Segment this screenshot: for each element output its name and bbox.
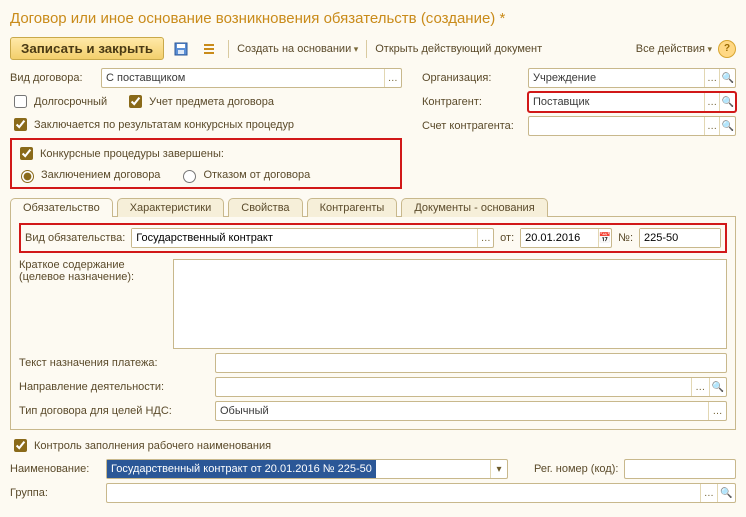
subject-checkbox[interactable]: Учет предмета договора xyxy=(125,92,274,111)
control-checkbox[interactable]: Контроль заполнения рабочего наименовани… xyxy=(10,436,271,455)
obl-type-input[interactable] xyxy=(132,229,477,247)
obl-type-label: Вид обязательства: xyxy=(25,232,125,244)
toolbar: Записать и закрыть Создать на основании … xyxy=(10,35,736,68)
search-icon[interactable]: 🔍 xyxy=(717,484,735,502)
longterm-checkbox[interactable]: Долгосрочный xyxy=(10,92,107,111)
radio-by-refuse[interactable]: Отказом от договора xyxy=(178,167,310,183)
date-input[interactable] xyxy=(521,229,598,247)
org-field[interactable]: … 🔍 xyxy=(528,68,736,88)
ellipsis-icon[interactable]: … xyxy=(704,117,720,135)
vat-input[interactable] xyxy=(216,402,708,420)
contract-type-field[interactable]: … xyxy=(101,68,402,88)
activity-label: Направление деятельности: xyxy=(19,381,209,393)
tab-properties[interactable]: Свойства xyxy=(228,198,302,217)
tender-status-box: Конкурсные процедуры завершены: Заключен… xyxy=(10,138,402,189)
ellipsis-icon[interactable]: … xyxy=(700,484,718,502)
save-icon[interactable] xyxy=(170,38,192,60)
payment-text-label: Текст назначения платежа: xyxy=(19,357,209,369)
num-label: №: xyxy=(618,232,633,244)
by-tender-label: Заключается по результатам конкурсных пр… xyxy=(34,119,294,131)
by-tender-checkbox[interactable]: Заключается по результатам конкурсных пр… xyxy=(10,115,294,134)
counterparty-input[interactable] xyxy=(529,93,704,111)
from-label: от: xyxy=(500,232,514,244)
ellipsis-icon[interactable]: … xyxy=(384,69,401,87)
summary-label1: Краткое содержание xyxy=(19,259,167,271)
vat-field[interactable]: … xyxy=(215,401,727,421)
account-input[interactable] xyxy=(529,117,704,135)
ellipsis-icon[interactable]: … xyxy=(704,93,720,111)
tab-body: Вид обязательства: … от: 📅 №: Краткое со… xyxy=(10,216,736,430)
contract-type-input[interactable] xyxy=(102,69,384,87)
obl-type-field[interactable]: … xyxy=(131,228,494,248)
control-label: Контроль заполнения рабочего наименовани… xyxy=(34,440,271,452)
ellipsis-icon[interactable]: … xyxy=(691,378,708,396)
create-based-button[interactable]: Создать на основании xyxy=(237,43,358,55)
ellipsis-icon[interactable]: … xyxy=(704,69,720,87)
help-icon[interactable]: ? xyxy=(718,40,736,58)
search-icon[interactable]: 🔍 xyxy=(719,117,735,135)
vat-label: Тип договора для целей НДС: xyxy=(19,405,209,417)
name-field[interactable]: Государственный контракт от 20.01.2016 №… xyxy=(106,459,508,479)
page-title: Договор или иное основание возникновения… xyxy=(10,8,736,35)
reg-label: Рег. номер (код): xyxy=(534,463,618,475)
tender-done-label: Конкурсные процедуры завершены: xyxy=(40,148,224,160)
save-close-button[interactable]: Записать и закрыть xyxy=(10,37,164,60)
tender-done-checkbox[interactable]: Конкурсные процедуры завершены: xyxy=(16,144,224,163)
activity-field[interactable]: … 🔍 xyxy=(215,377,727,397)
activity-input[interactable] xyxy=(216,378,691,396)
group-field[interactable]: … 🔍 xyxy=(106,483,736,503)
ellipsis-icon[interactable]: … xyxy=(477,229,493,247)
search-icon[interactable]: 🔍 xyxy=(719,93,735,111)
reg-field[interactable] xyxy=(624,459,736,479)
payment-text-input[interactable] xyxy=(216,354,726,372)
tab-documents[interactable]: Документы - основания xyxy=(401,198,547,217)
summary-label2: (целевое назначение): xyxy=(19,271,167,283)
group-label: Группа: xyxy=(10,487,100,499)
num-input[interactable] xyxy=(640,229,720,247)
num-field[interactable] xyxy=(639,228,721,248)
group-input[interactable] xyxy=(107,484,700,502)
name-label: Наименование: xyxy=(10,463,100,475)
org-input[interactable] xyxy=(529,69,704,87)
all-actions-button[interactable]: Все действия xyxy=(636,43,712,55)
contract-type-label: Вид договора: xyxy=(10,72,95,84)
radio-by-contract[interactable]: Заключением договора xyxy=(16,167,160,183)
reg-input[interactable] xyxy=(625,460,735,478)
tabs: Обязательство Характеристики Свойства Ко… xyxy=(10,197,736,216)
tab-obligation[interactable]: Обязательство xyxy=(10,198,113,217)
counterparty-field[interactable]: … 🔍 xyxy=(528,92,736,112)
summary-textarea[interactable] xyxy=(173,259,727,349)
counterparty-label: Контрагент: xyxy=(422,96,522,108)
subject-label: Учет предмета договора xyxy=(149,96,274,108)
dropdown-icon[interactable]: ▾ xyxy=(490,460,507,478)
org-label: Организация: xyxy=(422,72,522,84)
payment-text-field[interactable] xyxy=(215,353,727,373)
open-active-doc-link[interactable]: Открыть действующий документ xyxy=(375,43,542,55)
date-field[interactable]: 📅 xyxy=(520,228,612,248)
search-icon[interactable]: 🔍 xyxy=(709,378,726,396)
obligation-row: Вид обязательства: … от: 📅 №: xyxy=(19,223,727,253)
list-icon[interactable] xyxy=(198,38,220,60)
name-value: Государственный контракт от 20.01.2016 №… xyxy=(107,460,376,478)
search-icon[interactable]: 🔍 xyxy=(719,69,735,87)
ellipsis-icon[interactable]: … xyxy=(708,402,726,420)
tab-counterparties[interactable]: Контрагенты xyxy=(307,198,398,217)
longterm-label: Долгосрочный xyxy=(34,96,107,108)
account-label: Счет контрагента: xyxy=(422,120,522,132)
calendar-icon[interactable]: 📅 xyxy=(598,229,611,247)
account-field[interactable]: … 🔍 xyxy=(528,116,736,136)
tab-characteristics[interactable]: Характеристики xyxy=(117,198,225,217)
